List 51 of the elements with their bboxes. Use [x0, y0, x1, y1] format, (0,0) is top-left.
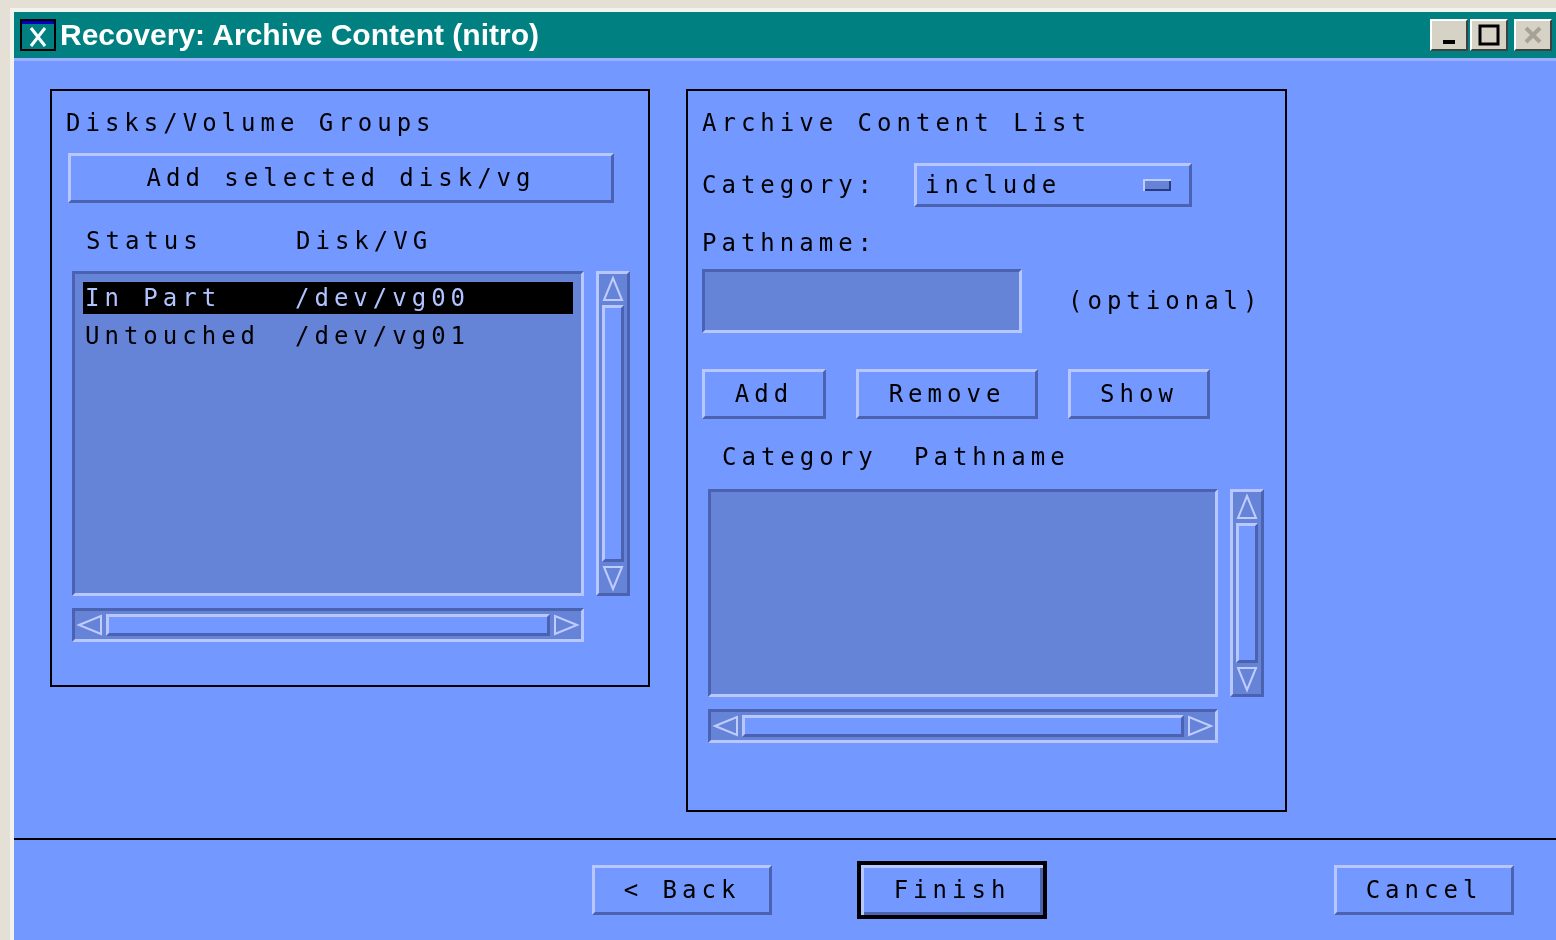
footer-button[interactable]: Finish [857, 861, 1047, 919]
panel-title: Archive Content List [702, 108, 1092, 139]
content-list[interactable] [708, 489, 1218, 697]
scroll-thumb[interactable] [742, 715, 1184, 737]
panel-title: Disks/Volume Groups [66, 108, 437, 139]
maximize-icon [1477, 23, 1501, 47]
scroll-thumb[interactable] [106, 614, 550, 636]
pathname-label: Pathname: [702, 228, 879, 259]
optional-note: (optional) [1068, 287, 1263, 315]
scroll-thumb[interactable] [1236, 523, 1258, 663]
left-arrow-icon[interactable] [712, 715, 740, 737]
horizontal-scrollbar[interactable] [72, 608, 584, 642]
x-window-icon [20, 19, 56, 51]
list-row[interactable]: Untouched /dev/vg01 [83, 320, 573, 352]
down-arrow-icon[interactable] [602, 564, 624, 592]
disk-text: /dev/vg01 [295, 322, 471, 350]
window-title: Recovery: Archive Content (nitro) [60, 18, 539, 52]
list-row[interactable]: In Part /dev/vg00 [83, 282, 573, 314]
column-header: Status [86, 227, 204, 255]
add-selected-button[interactable]: Add selected disk/vg [68, 153, 614, 203]
disk-text: /dev/vg00 [295, 284, 471, 312]
status-text: In Part [85, 284, 223, 312]
right-arrow-icon[interactable] [1186, 715, 1214, 737]
action-button[interactable]: Show [1068, 369, 1210, 419]
horizontal-scrollbar[interactable] [708, 709, 1218, 743]
up-arrow-icon[interactable] [602, 275, 624, 303]
vertical-scrollbar[interactable] [596, 271, 630, 596]
status-text: Untouched [85, 322, 262, 350]
vertical-scrollbar[interactable] [1230, 489, 1264, 697]
up-arrow-icon[interactable] [1236, 493, 1258, 521]
left-arrow-icon[interactable] [76, 614, 104, 636]
action-button[interactable]: Remove [856, 369, 1038, 419]
column-header: Disk/VG [296, 227, 433, 255]
disk-list[interactable]: In Part /dev/vg00 Untouched /dev/vg01 [72, 271, 584, 596]
down-arrow-icon[interactable] [1236, 665, 1258, 693]
column-header: Category [722, 443, 879, 471]
close-icon [1522, 24, 1544, 46]
dropdown-icon [1143, 178, 1171, 192]
close-button[interactable] [1514, 19, 1552, 51]
scroll-thumb[interactable] [602, 305, 624, 562]
category-dropdown[interactable]: include [914, 163, 1192, 207]
right-arrow-icon[interactable] [552, 614, 580, 636]
column-header: Pathname [914, 443, 1070, 471]
footer-button[interactable]: < Back [592, 865, 772, 915]
pathname-field[interactable] [702, 269, 1022, 333]
maximize-button[interactable] [1470, 19, 1508, 51]
footer-button[interactable]: Cancel [1334, 865, 1514, 915]
category-label: Category: [702, 171, 879, 199]
action-button[interactable]: Add [702, 369, 826, 419]
minimize-icon [1443, 40, 1455, 44]
minimize-button[interactable] [1430, 19, 1468, 51]
